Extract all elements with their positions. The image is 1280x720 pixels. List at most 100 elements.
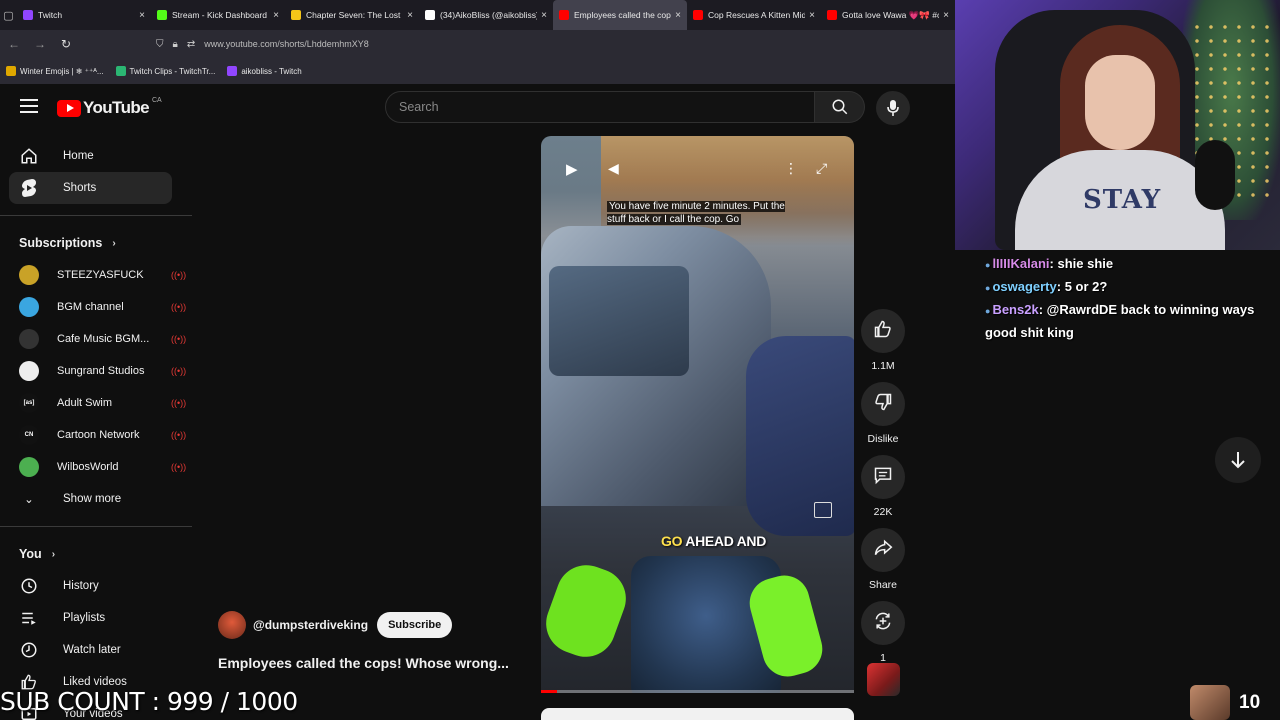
sweater-text: STAY (1083, 185, 1162, 215)
close-tab-icon[interactable]: × (943, 10, 949, 21)
forward-icon[interactable]: → (28, 32, 52, 56)
remix-button[interactable] (861, 601, 905, 645)
sound-thumbnail[interactable] (867, 663, 900, 696)
search-button[interactable] (815, 91, 865, 123)
short-title[interactable]: Employees called the cops! Whose wrong..… (218, 655, 533, 671)
channel-avatar: [as] (19, 393, 39, 413)
close-tab-icon[interactable]: × (675, 10, 681, 21)
action-remix: 1 (861, 601, 905, 664)
channel-handle[interactable]: @dumpsterdiveking (253, 618, 368, 632)
next-short-preview[interactable] (541, 708, 854, 720)
you-item[interactable]: Playlists (9, 602, 172, 634)
divider (0, 526, 192, 527)
like-button[interactable] (861, 309, 905, 353)
you-heading[interactable]: You › (0, 538, 192, 570)
comment-button[interactable] (861, 455, 905, 499)
arrow-down-icon (1231, 452, 1245, 469)
chat-overlay: ● lIIIIKalani: shie shie ● oswagerty: 5 or … (985, 253, 1277, 344)
bookmark-item[interactable]: aikobliss - Twitch (227, 66, 302, 76)
bookmarks-bar: Winter Emojis | ❄ ⁺⁺ᴬ... Twitch Clips - T… (0, 58, 955, 84)
tab-list-icon[interactable]: ▢ (0, 0, 17, 30)
subscription-item[interactable]: WilbosWorld ((•)) (0, 451, 192, 483)
nav-item-home[interactable]: Home (9, 140, 172, 172)
youtube-logo[interactable]: YouTube CA (57, 96, 162, 118)
browser-tab[interactable]: Twitch × (17, 0, 151, 30)
streaming-microphone (1195, 140, 1235, 210)
bookmark-item[interactable]: Winter Emojis | ❄ ⁺⁺ᴬ... (6, 66, 104, 76)
permissions-icon[interactable]: ⇄ (187, 39, 195, 50)
show-more-label: Show more (63, 493, 122, 505)
subscription-item[interactable]: Cafe Music BGM... ((•)) (0, 323, 192, 355)
bookmark-label: Winter Emojis | ❄ ⁺⁺ᴬ... (20, 66, 104, 76)
webcam-overlay: STAY (955, 0, 1280, 250)
reload-icon[interactable]: ↻ (54, 32, 78, 56)
subscription-item[interactable]: Sungrand Studios ((•)) (0, 355, 192, 387)
tab-title: (34)AikoBliss (@aikobliss) | (440, 10, 538, 20)
browser-tab[interactable]: Stream - Kick Dashboard × (151, 0, 285, 30)
search-input[interactable]: Search (385, 91, 815, 123)
youtube-page: YouTube CA Search Home Shorts Subscriptio… (0, 84, 955, 720)
subscription-name: WilbosWorld (57, 461, 119, 473)
close-tab-icon[interactable]: × (139, 10, 145, 21)
subscription-item[interactable]: BGM channel ((•)) (0, 291, 192, 323)
browser-tab[interactable]: Cop Rescues A Kitten Mid- × (687, 0, 821, 30)
subscribe-button[interactable]: Subscribe (377, 612, 453, 638)
subscription-item[interactable]: [as] Adult Swim ((•)) (0, 387, 192, 419)
dislike-button[interactable] (861, 382, 905, 426)
more-options-icon[interactable]: ⋮ (784, 160, 798, 177)
channel-avatar[interactable] (218, 611, 246, 639)
tab-favicon (693, 10, 703, 20)
back-icon[interactable]: ← (2, 32, 26, 56)
playlists-icon (19, 609, 39, 627)
tab-title: Stream - Kick Dashboard (172, 10, 267, 20)
share-button[interactable] (861, 528, 905, 572)
voice-search-button[interactable] (876, 91, 910, 125)
logo-text: YouTube (83, 98, 150, 117)
action-label: Dislike (867, 433, 899, 445)
video-progress-bar[interactable] (541, 690, 854, 693)
you-item[interactable]: History (9, 570, 172, 602)
volume-icon[interactable]: ◀︎ (608, 160, 619, 177)
show-more-button[interactable]: ⌄ Show more (9, 483, 172, 515)
share-icon (873, 538, 893, 563)
browser-tab[interactable]: Gotta love Wawa 💗🎀 #c × (821, 0, 955, 30)
subscriptions-heading-label: Subscriptions (19, 236, 103, 250)
subscriptions-heading[interactable]: Subscriptions › (0, 227, 192, 259)
nav-item-label: Home (63, 150, 94, 162)
lock-icon[interactable]: 🔒︎ (173, 39, 178, 50)
scroll-down-button[interactable] (1215, 437, 1261, 483)
chat-message: ● oswagerty: 5 or 2? (985, 276, 1277, 299)
live-icon: ((•)) (171, 430, 187, 440)
browser-tab[interactable]: Chapter Seven: The Lost Si × (285, 0, 419, 30)
play-icon[interactable]: ▶ (566, 160, 578, 178)
shield-icon[interactable]: ⛉ (156, 39, 164, 50)
country-code: CA (152, 96, 162, 104)
miniplayer-icon[interactable] (814, 502, 832, 518)
url-text[interactable]: www.youtube.com/shorts/LhddemhmXY8 (204, 39, 369, 49)
tab-favicon (291, 10, 301, 20)
short-video-player[interactable]: ▶ ◀︎ ⋮ ⤢ You have five minute 2 minutes.… (541, 136, 854, 693)
bookmark-item[interactable]: Twitch Clips - TwitchTr... (115, 66, 215, 76)
remix-icon (873, 611, 893, 636)
live-icon: ((•)) (171, 270, 187, 280)
sub-count-overlay: SUB COUNT : 999 / 1000 (0, 687, 298, 716)
you-item[interactable]: Watch later (9, 634, 172, 666)
browser-tab[interactable]: (34)AikoBliss (@aikobliss) | × (419, 0, 553, 30)
browser-tab[interactable]: Employees called the cops! × (553, 0, 687, 30)
subscription-item[interactable]: CN Cartoon Network ((•)) (0, 419, 192, 451)
video-frame-window (549, 266, 689, 376)
close-tab-icon[interactable]: × (809, 10, 815, 21)
chat-separator: : (1038, 302, 1047, 317)
address-bar[interactable]: ⛉ 🔒︎ ⇄ www.youtube.com/shorts/LhddemhmXY… (156, 33, 946, 55)
nav-item-shorts[interactable]: Shorts (9, 172, 172, 204)
fullscreen-icon[interactable]: ⤢ (816, 160, 827, 177)
tab-favicon (157, 10, 167, 20)
close-tab-icon[interactable]: × (273, 10, 279, 21)
subscription-item[interactable]: STEEZYASFUCK ((•)) (0, 259, 192, 291)
live-icon: ((•)) (171, 334, 187, 344)
menu-icon[interactable] (20, 99, 38, 113)
like-icon (873, 319, 893, 344)
chat-message: ● Bens2k: @RawrdDE back to winning ways g… (985, 299, 1277, 344)
close-tab-icon[interactable]: × (407, 10, 413, 21)
close-tab-icon[interactable]: × (541, 10, 547, 21)
